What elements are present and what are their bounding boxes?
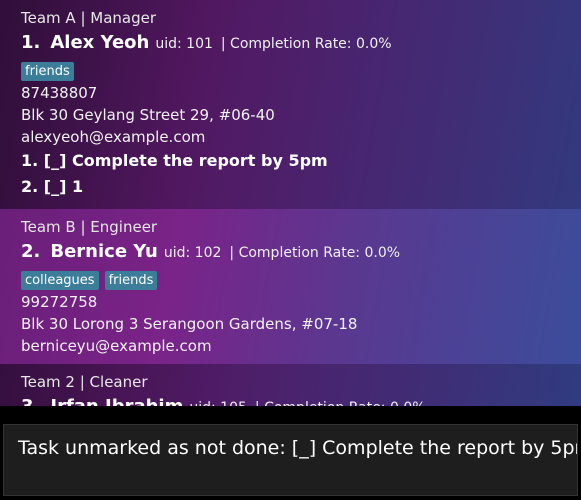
person-list[interactable]: Team A | Manager 1. Alex Yeoh uid: 101 |… xyxy=(0,0,581,406)
pane-divider xyxy=(0,406,581,420)
person-uid: uid: 101 xyxy=(155,36,213,52)
name-row: 1. Alex Yeoh uid: 101 | Completion Rate:… xyxy=(21,28,581,58)
name-row: 2. Bernice Yu uid: 102 | Completion Rate… xyxy=(21,237,581,267)
person-name: Alex Yeoh xyxy=(50,32,150,53)
person-uid: uid: 102 xyxy=(163,245,222,261)
person-uid: uid: 105 xyxy=(189,393,247,406)
person-index: 3. xyxy=(21,392,40,406)
person-index: 2. xyxy=(21,241,41,262)
person-name: Bernice Yu xyxy=(50,241,158,262)
team-role: Team B | Engineer xyxy=(21,218,158,236)
tag-list: friends xyxy=(21,60,581,82)
task-item-1: 1. [_] Complete the report by 5pm xyxy=(21,151,328,170)
person-email: alexyeoh@example.com xyxy=(21,128,206,146)
tag-colleagues: colleagues xyxy=(21,270,99,290)
person-phone: 99272758 xyxy=(21,293,98,311)
person-card-1[interactable]: Team A | Manager 1. Alex Yeoh uid: 101 |… xyxy=(0,0,581,209)
person-index: 1. xyxy=(21,32,41,53)
person-address: Blk 30 Geylang Street 29, #06-40 xyxy=(21,106,275,124)
result-display: Task unmarked as not done: [_] Complete … xyxy=(3,424,578,496)
person-address: Blk 30 Lorong 3 Serangoon Gardens, #07-1… xyxy=(21,315,358,333)
person-phone: 87438807 xyxy=(21,84,98,102)
tag-friends: friends xyxy=(104,270,158,290)
name-row: 3. Irfan Ibrahim uid: 105 | Completion R… xyxy=(21,392,581,406)
person-email: berniceyu@example.com xyxy=(21,337,212,355)
app-window: Team A | Manager 1. Alex Yeoh uid: 101 |… xyxy=(0,0,581,500)
tag-friends: friends xyxy=(21,61,74,81)
person-card-3[interactable]: Team 2 | Cleaner 3. Irfan Ibrahim uid: 1… xyxy=(0,364,581,406)
completion-rate: | Completion Rate: 0.0% xyxy=(220,36,392,52)
person-name: Irfan Ibrahim xyxy=(50,392,183,406)
completion-rate: | Completion Rate: 0.0% xyxy=(229,245,401,261)
person-card-2[interactable]: Team B | Engineer 2. Bernice Yu uid: 102… xyxy=(0,209,581,364)
tag-list: colleagues friends xyxy=(21,269,581,291)
team-role: Team 2 | Cleaner xyxy=(21,373,148,391)
team-role: Team A | Manager xyxy=(21,9,157,27)
result-message: Task unmarked as not done: [_] Complete … xyxy=(18,437,578,459)
completion-rate: | Completion Rate: 0.0% xyxy=(255,393,426,406)
task-item-2: 2. [_] 1 xyxy=(21,177,84,196)
